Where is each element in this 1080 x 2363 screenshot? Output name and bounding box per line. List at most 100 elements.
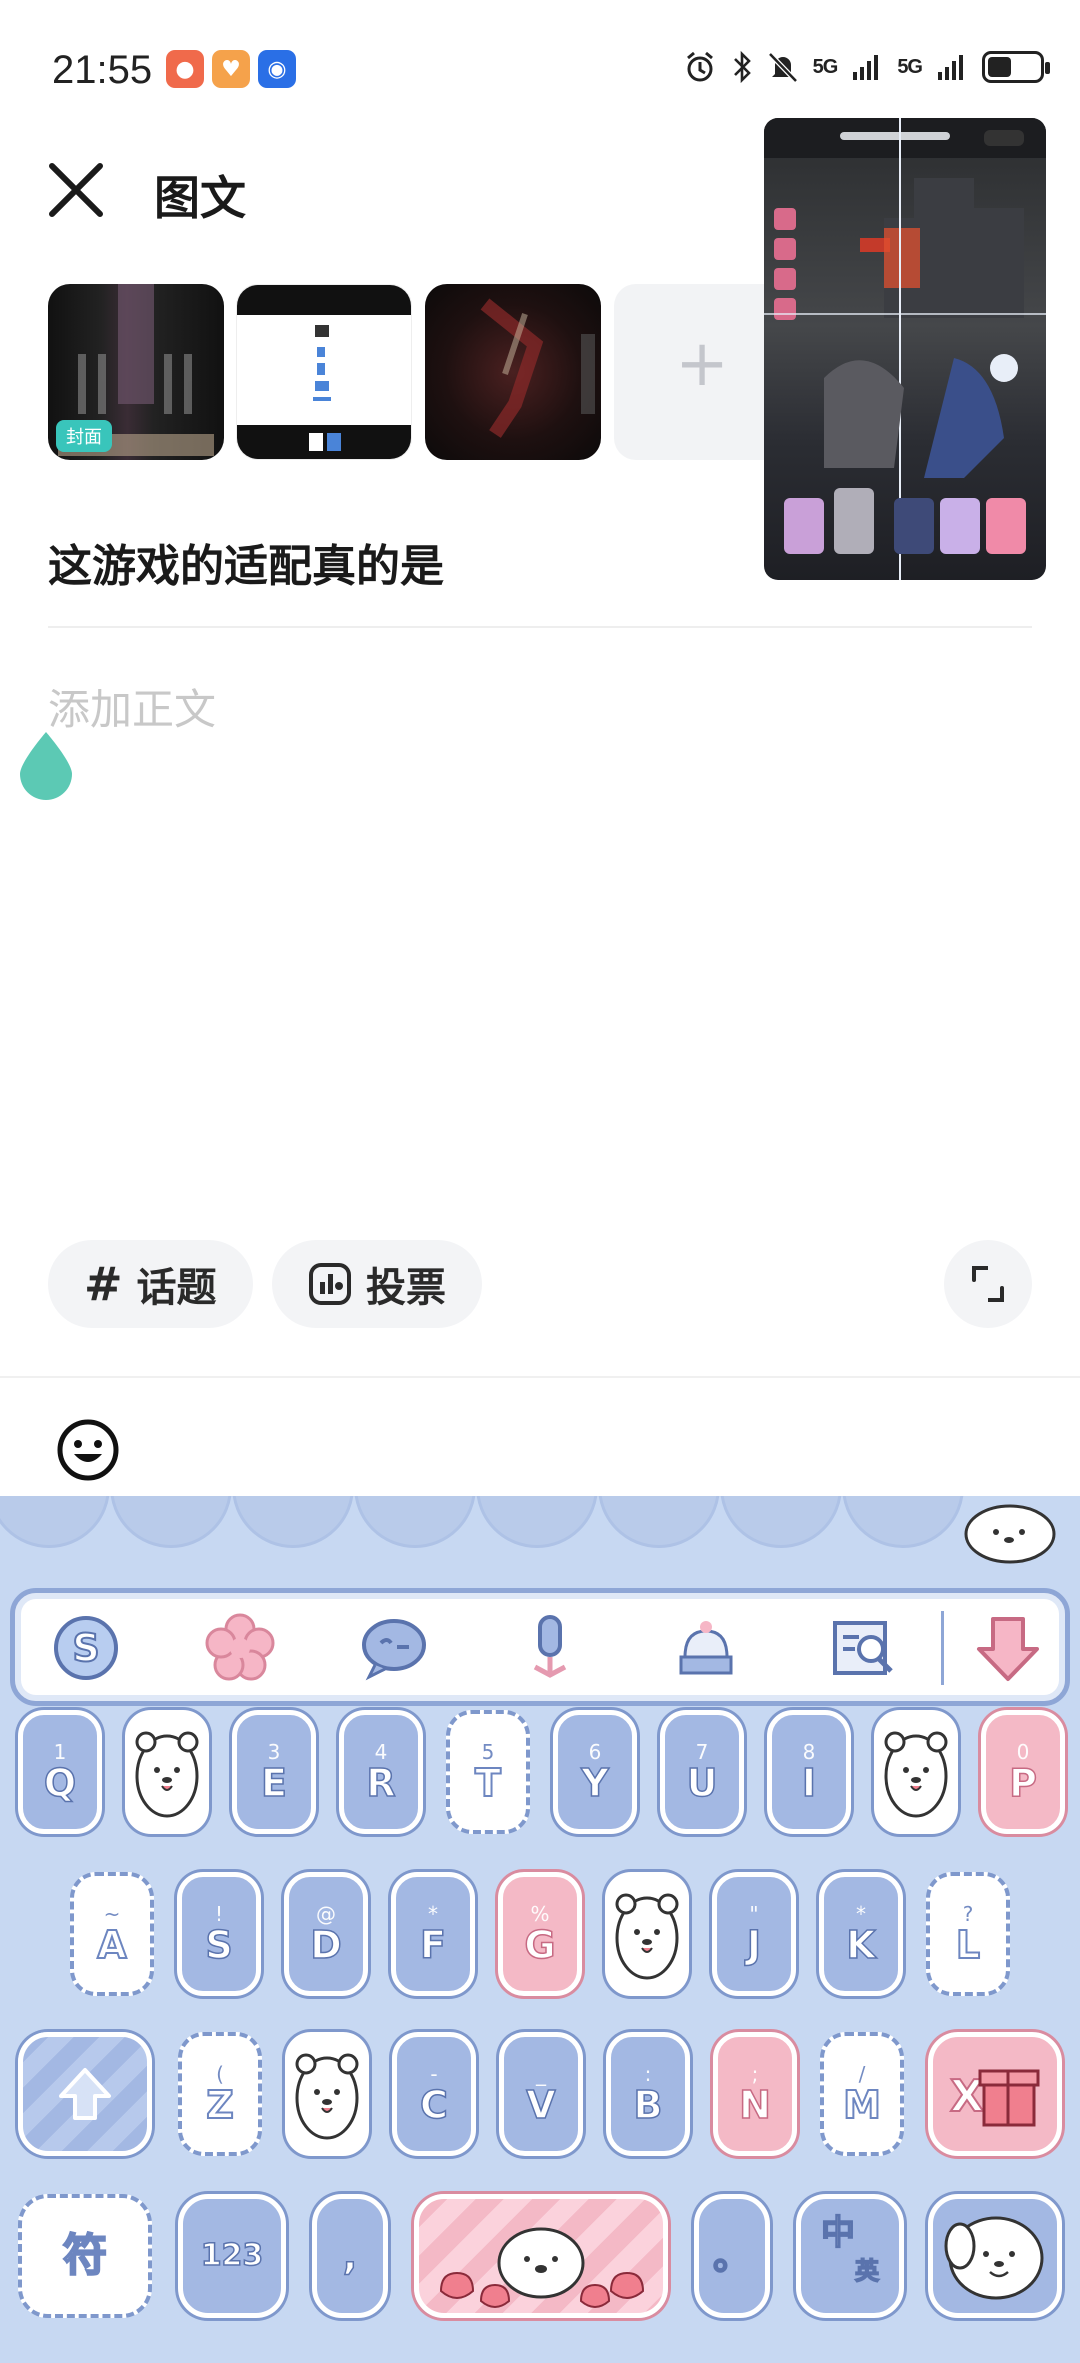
emoji-icon[interactable] <box>56 1418 120 1482</box>
chat-icon[interactable] <box>359 1613 429 1683</box>
key-r[interactable]: 4R <box>339 1710 423 1834</box>
battery-icon <box>982 51 1050 83</box>
key-label: K <box>846 1923 877 1967</box>
key-m[interactable]: / M <box>820 2032 904 2156</box>
key-g[interactable]: % G <box>498 1872 582 1996</box>
symbol-key[interactable]: 符 <box>18 2194 152 2318</box>
media-thumbnail-cover[interactable]: 封面 <box>48 284 224 460</box>
key-alt-label: " <box>749 1902 759 1926</box>
symbol-key-label: 符 <box>62 2230 108 2281</box>
image-search-icon[interactable] <box>829 1613 899 1683</box>
key-alt-label: 1 <box>53 1740 67 1764</box>
bear-icon <box>884 1731 948 1818</box>
thumbnail-image <box>480 298 595 438</box>
key-t[interactable]: 5T <box>446 1710 530 1834</box>
key-s[interactable]: ! S <box>177 1872 261 1996</box>
key-label: Q <box>43 1761 77 1805</box>
key-label: D <box>309 1923 342 1967</box>
puppy-mascot-icon <box>964 1504 1056 1564</box>
key-f[interactable]: * F <box>391 1872 475 1996</box>
close-icon[interactable] <box>44 158 108 222</box>
shift-key[interactable] <box>18 2032 152 2156</box>
key-n[interactable]: ; N <box>713 2032 797 2156</box>
comma-key-label: , <box>342 2234 358 2278</box>
topic-button[interactable]: # 话题 <box>48 1240 253 1328</box>
key-z[interactable]: (Z <box>178 2032 262 2156</box>
number-key[interactable]: 123 <box>178 2194 286 2318</box>
cover-tag: 封面 <box>56 420 112 452</box>
key-alt-label: ( <box>216 2062 224 2086</box>
language-switch-key[interactable]: 中 英 <box>796 2194 904 2318</box>
microphone-icon[interactable] <box>515 1613 585 1683</box>
key-b[interactable]: :B <box>606 2032 690 2156</box>
sogou-icon[interactable]: S <box>51 1613 121 1683</box>
vote-label: 投票 <box>366 1265 446 1311</box>
flower-icon[interactable] <box>205 1613 275 1683</box>
media-thumbnail-2[interactable] <box>236 284 412 460</box>
keyboard-decoration <box>0 1496 110 1548</box>
key-label: M <box>842 2083 882 2127</box>
vote-button[interactable]: 投票 <box>272 1240 482 1328</box>
media-thumbnail-3[interactable] <box>425 284 601 460</box>
bear-key[interactable] <box>605 1872 689 1996</box>
key-d[interactable]: @ D <box>284 1872 368 1996</box>
number-key-label: 123 <box>200 2237 264 2274</box>
key-e[interactable]: 3E <box>232 1710 316 1834</box>
key-label: V <box>526 2083 557 2127</box>
app-notification-icon: ● <box>166 50 204 88</box>
puppy-enter-icon <box>944 2216 1044 2300</box>
key-label: J <box>746 1923 762 1967</box>
key-i[interactable]: 8I <box>767 1710 851 1834</box>
comma-key[interactable]: , <box>312 2194 388 2318</box>
period-key[interactable]: 。 <box>694 2194 770 2318</box>
alarm-icon <box>686 51 713 82</box>
key-alt-label: 6 <box>588 1740 602 1764</box>
key-l[interactable]: ? L <box>926 1872 1010 1996</box>
key-v[interactable]: _ V <box>499 2032 583 2156</box>
toolbar-separator <box>941 1611 944 1685</box>
bear-key[interactable] <box>285 2032 369 2156</box>
post-title-text[interactable]: 这游戏的适配真的是 <box>48 530 444 594</box>
game-screenshot <box>764 118 1046 580</box>
key-label: Z <box>205 2083 235 2127</box>
bear-key[interactable] <box>874 1710 958 1834</box>
space-key[interactable] <box>414 2194 668 2318</box>
key-label: E <box>260 1761 287 1805</box>
text-cursor-handle[interactable] <box>16 728 76 800</box>
key-label: B <box>633 2083 663 2127</box>
key-y[interactable]: 6Y <box>553 1710 637 1834</box>
expand-button[interactable] <box>944 1240 1032 1328</box>
key-c[interactable]: -C <box>392 2032 476 2156</box>
health-app-icon: ♥ <box>212 50 250 88</box>
network-5g-2: 5G <box>897 55 923 78</box>
key-label: U <box>686 1761 718 1805</box>
delete-icon: X <box>949 2069 1040 2127</box>
period-key-label: 。 <box>712 2234 752 2278</box>
keyboard-decoration <box>476 1496 598 1548</box>
key-q[interactable]: 1Q <box>18 1710 102 1834</box>
bear-key[interactable] <box>125 1710 209 1834</box>
cake-icon[interactable] <box>671 1613 741 1683</box>
delete-key[interactable]: X <box>928 2032 1062 2156</box>
key-alt-label: ; <box>751 2062 759 2086</box>
keyboard: S X 符 123 , 。 中 英 1 Q 3 E 4 R 5 T 6 Y 7 U 8 I 0 P ~ A! S @ D… <box>0 1496 1080 2363</box>
key-alt-label: 4 <box>374 1740 388 1764</box>
key-label: C <box>419 2083 448 2127</box>
key-p[interactable]: 0P <box>981 1710 1065 1834</box>
key-label: N <box>738 2083 771 2127</box>
bear-icon <box>135 1731 199 1818</box>
thumbnail-image <box>237 285 411 459</box>
key-a[interactable]: ~ A <box>70 1872 154 1996</box>
key-k[interactable]: * K <box>819 1872 903 1996</box>
hide-keyboard-icon[interactable] <box>973 1613 1043 1683</box>
hashtag-icon: # <box>84 1257 123 1311</box>
enter-key[interactable] <box>928 2194 1062 2318</box>
key-j[interactable]: " J <box>712 1872 796 1996</box>
key-label: A <box>96 1923 127 1967</box>
key-label: R <box>366 1761 397 1805</box>
floating-video-preview[interactable] <box>764 118 1046 580</box>
key-alt-label: * <box>428 1902 438 1926</box>
keyboard-decoration <box>110 1496 232 1548</box>
key-alt-label: * <box>856 1902 866 1926</box>
key-u[interactable]: 7U <box>660 1710 744 1834</box>
